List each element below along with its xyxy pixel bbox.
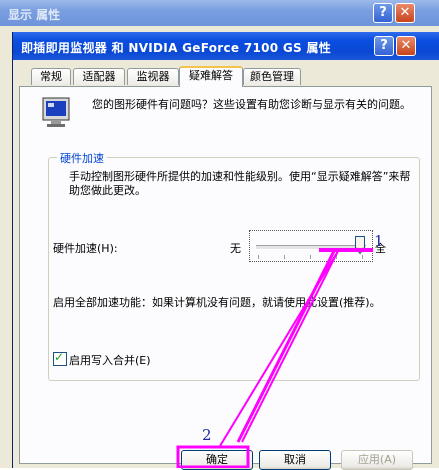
apply-button[interactable]: 应用(A): [341, 450, 413, 470]
monitor-properties-dialog: 即插即用监视器 和 NVIDIA GeForce 7100 GS 属性 ? ✕ …: [12, 32, 439, 470]
slider-tick: [362, 255, 363, 259]
tab-color-management[interactable]: 颜色管理: [243, 68, 301, 85]
write-combining-label[interactable]: 启用写入合并(E): [69, 352, 151, 368]
tab-general[interactable]: 常规: [31, 68, 71, 85]
outer-help-button[interactable]: ?: [373, 3, 393, 23]
slider-tick: [284, 255, 285, 259]
troubleshoot-panel: 您的图形硬件有问题吗？这些设置有助您诊断与显示有关的问题。 硬件加速 手动控制图…: [19, 86, 432, 464]
dialog-close-button[interactable]: ✕: [396, 36, 416, 56]
outer-close-button[interactable]: ✕: [395, 3, 415, 23]
slider-low-label: 无: [230, 242, 241, 255]
intro-text: 您的图形硬件有问题吗？这些设置有助您诊断与显示有关的问题。: [92, 98, 411, 111]
recommendation-text: 启用全部加速功能：如果计算机没有问题，就请使用此设置(推荐)。: [53, 296, 381, 309]
group-legend: 硬件加速: [57, 150, 107, 166]
annotation-marker-1: 1: [374, 232, 384, 250]
acceleration-label: 硬件加速(H):: [53, 242, 118, 255]
slider-track: [256, 245, 366, 250]
annotation-marker-2: 2: [202, 426, 212, 444]
outer-window-title: 显示 属性: [8, 8, 61, 22]
dialog-title: 即插即用监视器 和 NVIDIA GeForce 7100 GS 属性: [21, 41, 332, 55]
acceleration-description: 手动控制图形硬件所提供的加速和性能级别。使用“显示疑难解答”来帮助您做此更改。: [69, 170, 411, 197]
monitor-icon: [42, 97, 70, 127]
dialog-help-button[interactable]: ?: [374, 36, 394, 56]
tab-strip: 常规 适配器 监视器 疑难解答 颜色管理: [19, 66, 439, 87]
cancel-button[interactable]: 取消: [259, 450, 331, 470]
ok-button[interactable]: 确定: [181, 450, 253, 470]
tab-monitor[interactable]: 监视器: [127, 68, 179, 85]
outer-title-bar[interactable]: 显示 属性 ? ✕: [0, 0, 439, 26]
write-combining-checkbox[interactable]: ✓: [53, 350, 67, 366]
check-mark-icon: ✓: [54, 350, 65, 364]
hardware-acceleration-group: 硬件加速 手动控制图形硬件所提供的加速和性能级别。使用“显示疑难解答”来帮助您做…: [48, 150, 420, 381]
slider-tick: [336, 255, 337, 259]
slider-tick: [258, 255, 259, 259]
dialog-title-bar[interactable]: 即插即用监视器 和 NVIDIA GeForce 7100 GS 属性 ? ✕: [13, 32, 439, 60]
tab-troubleshoot[interactable]: 疑难解答: [179, 66, 243, 87]
tab-adapter[interactable]: 适配器: [73, 68, 125, 85]
slider-tick: [310, 255, 311, 259]
acceleration-slider[interactable]: [249, 230, 373, 262]
slider-thumb[interactable]: [355, 236, 365, 254]
